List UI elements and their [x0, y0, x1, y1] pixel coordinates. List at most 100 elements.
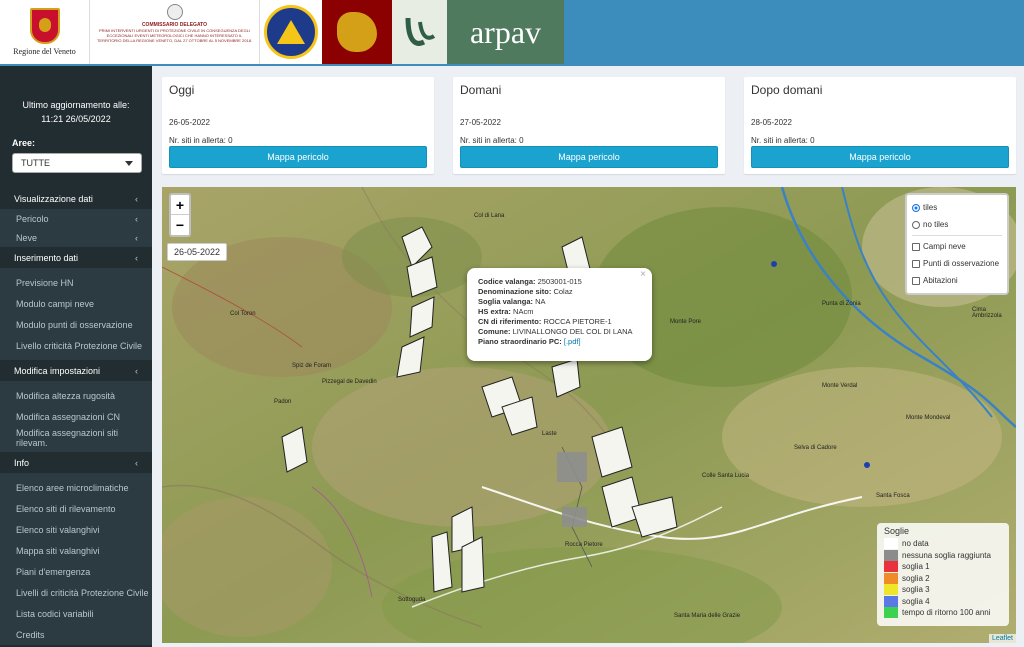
menu-pericolo-label: Pericolo — [16, 213, 49, 224]
card-title: Oggi — [169, 83, 195, 97]
chevron-left-icon: ‹ — [135, 252, 138, 263]
menu-inserimento[interactable]: Inserimento dati ‹ — [0, 247, 152, 268]
menu-item-codici-variabili[interactable]: Lista codici variabili — [0, 603, 152, 624]
chevron-left-icon: ‹ — [135, 193, 138, 204]
leaflet-attribution[interactable]: Leaflet — [988, 634, 1016, 643]
map-place-label: Monte Mondeval — [906, 415, 951, 421]
card-alert-count: Nr. siti in allerta: 0 — [460, 136, 524, 145]
legend-label: soglia 3 — [902, 585, 930, 595]
menu-item-siti-valanghivi[interactable]: Elenco siti valanghivi — [0, 519, 152, 540]
regione-veneto-logo: Regione del Veneto — [0, 0, 90, 64]
mappa-pericolo-button[interactable]: Mappa pericolo — [751, 146, 1009, 168]
card-date: 26-05-2022 — [169, 118, 210, 127]
menu-item-assegnazioni-siti[interactable]: Modifica assegnazioni siti rilevam. — [0, 427, 152, 448]
sidebar-menu: Visualizzazione dati ‹ Pericolo ‹ Neve ‹… — [0, 188, 152, 645]
map-place-label: Selva di Cadore — [794, 445, 837, 451]
caret-down-icon — [125, 160, 133, 166]
menu-item-punti-osservazione[interactable]: Modulo punti di osservazione — [0, 314, 152, 335]
protezione-civile-icon — [264, 5, 318, 59]
close-icon[interactable]: × — [640, 270, 646, 280]
chevron-left-icon: ‹ — [135, 213, 138, 224]
menu-item-livelli-criticita[interactable]: Livelli di criticità Protezione Civile — [0, 582, 152, 603]
card-dopo-domani: Dopo domani 28-05-2022 Nr. siti in aller… — [744, 77, 1016, 174]
legend-item: no data — [884, 538, 1002, 550]
map-place-label: Padon — [274, 399, 292, 405]
menu-item-piani-emergenza[interactable]: Piani d'emergenza — [0, 561, 152, 582]
popup-comune: Comune: LIVINALLONGO DEL COL DI LANA — [478, 327, 633, 336]
aree-label: Aree: — [12, 138, 36, 148]
card-title: Dopo domani — [751, 83, 823, 97]
popup-soglia: Soglia valanga: NA — [478, 297, 546, 306]
map-place-label: Laste — [542, 431, 557, 437]
zoom-out-button[interactable]: − — [171, 215, 189, 235]
zoom-control: + − — [169, 193, 191, 237]
menu-item-assegnazioni-cn[interactable]: Modifica assegnazioni CN — [0, 406, 152, 427]
menu-item-previsione-hn[interactable]: Previsione HN — [0, 272, 152, 293]
menu-modifica[interactable]: Modifica impostazioni ‹ — [0, 360, 152, 381]
checkbox-icon[interactable] — [912, 242, 920, 251]
menu-info-label: Info — [14, 457, 30, 468]
menu-inserimento-label: Inserimento dati — [14, 252, 79, 263]
legend-label: tempo di ritorno 100 anni — [902, 608, 991, 618]
last-update: Ultimo aggiornamento alle: 11:21 26/05/2… — [0, 98, 152, 126]
layer-abitazioni[interactable]: Abitazioni — [912, 272, 1002, 289]
menu-item-siti-rilevamento[interactable]: Elenco siti di rilevamento — [0, 498, 152, 519]
map-container[interactable]: Rocca Pietore Selva di Cadore Colle Sant… — [162, 187, 1016, 643]
commissario-logo: COMMISSARIO DELEGATO PRIMI INTERVENTI UR… — [90, 0, 260, 64]
app-header: Regione del Veneto COMMISSARIO DELEGATO … — [0, 0, 1024, 66]
map-place-label: Col Toron — [230, 311, 256, 317]
soglie-legend: Soglie no data nessuna soglia raggiunta so… — [877, 523, 1009, 626]
legend-item: soglia 3 — [884, 584, 1002, 596]
arpav-mark — [392, 0, 447, 64]
menu-item-campi-neve[interactable]: Modulo campi neve — [0, 293, 152, 314]
map-place-label: Punta di Zonia — [822, 301, 861, 307]
layer-punti-osservazione[interactable]: Punti di osservazione — [912, 255, 1002, 272]
mappa-pericolo-button[interactable]: Mappa pericolo — [169, 146, 427, 168]
map-place-label: Monte Verdal — [822, 383, 858, 389]
lion-logo — [322, 0, 392, 64]
menu-pericolo[interactable]: Pericolo ‹ — [0, 209, 152, 228]
menu-info[interactable]: Info ‹ — [0, 452, 152, 473]
map-place-label: Monte Pore — [670, 319, 702, 325]
legend-label: nessuna soglia raggiunta — [902, 550, 991, 560]
protezione-civile-logo — [260, 0, 322, 64]
checkbox-icon[interactable] — [912, 276, 920, 285]
popup-denominazione: Denominazione sito: Colaz — [478, 287, 573, 296]
map-place-label: Santa Maria delle Grazie — [674, 613, 741, 619]
map-place-label: Spiz de Foram — [292, 363, 332, 369]
zoom-in-button[interactable]: + — [171, 195, 189, 215]
layer-campi-neve[interactable]: Campi neve — [912, 238, 1002, 255]
logo-banner: Regione del Veneto COMMISSARIO DELEGATO … — [0, 0, 564, 64]
menu-neve[interactable]: Neve ‹ — [0, 228, 152, 247]
legend-item: soglia 1 — [884, 561, 1002, 573]
menu-item-aree-microclimatiche[interactable]: Elenco aree microclimatiche — [0, 477, 152, 498]
radio-checked-icon[interactable] — [912, 203, 920, 212]
menu-item-credits[interactable]: Credits — [0, 624, 152, 645]
layers-control: tiles no tiles Campi neve Punti di osser… — [905, 193, 1009, 295]
popup-hs-extra: HS extra: NAcm — [478, 307, 534, 316]
menu-visualizzazione[interactable]: Visualizzazione dati ‹ — [0, 188, 152, 209]
aree-select[interactable]: TUTTE — [12, 153, 142, 173]
legend-swatch — [884, 572, 898, 584]
menu-item-altezza-rugosita[interactable]: Modifica altezza rugosità — [0, 385, 152, 406]
last-update-time: 11:21 26/05/2022 — [41, 114, 111, 124]
map-place-label: Col di Lana — [474, 213, 505, 219]
card-domani: Domani 27-05-2022 Nr. siti in allerta: 0… — [453, 77, 725, 174]
sidebar: Ultimo aggiornamento alle: 11:21 26/05/2… — [0, 66, 152, 647]
chevron-left-icon: ‹ — [135, 365, 138, 376]
layer-no-tiles[interactable]: no tiles — [912, 216, 1002, 233]
radio-icon[interactable] — [912, 220, 920, 229]
checkbox-icon[interactable] — [912, 259, 920, 268]
legend-label: soglia 2 — [902, 573, 930, 583]
card-title: Domani — [460, 83, 502, 97]
menu-item-mappa-siti[interactable]: Mappa siti valanghivi — [0, 540, 152, 561]
layer-tiles[interactable]: tiles — [912, 199, 1002, 216]
menu-visualizzazione-label: Visualizzazione dati — [14, 193, 93, 204]
mappa-pericolo-button[interactable]: Mappa pericolo — [460, 146, 718, 168]
card-alert-count: Nr. siti in allerta: 0 — [751, 136, 815, 145]
pdf-link[interactable]: [.pdf] — [564, 337, 581, 346]
menu-modifica-label: Modifica impostazioni — [14, 365, 101, 376]
menu-item-livello-criticita[interactable]: Livello criticità Protezione Civile — [0, 335, 152, 356]
arpav-logo: arpav — [447, 0, 564, 64]
legend-item: soglia 2 — [884, 572, 1002, 585]
